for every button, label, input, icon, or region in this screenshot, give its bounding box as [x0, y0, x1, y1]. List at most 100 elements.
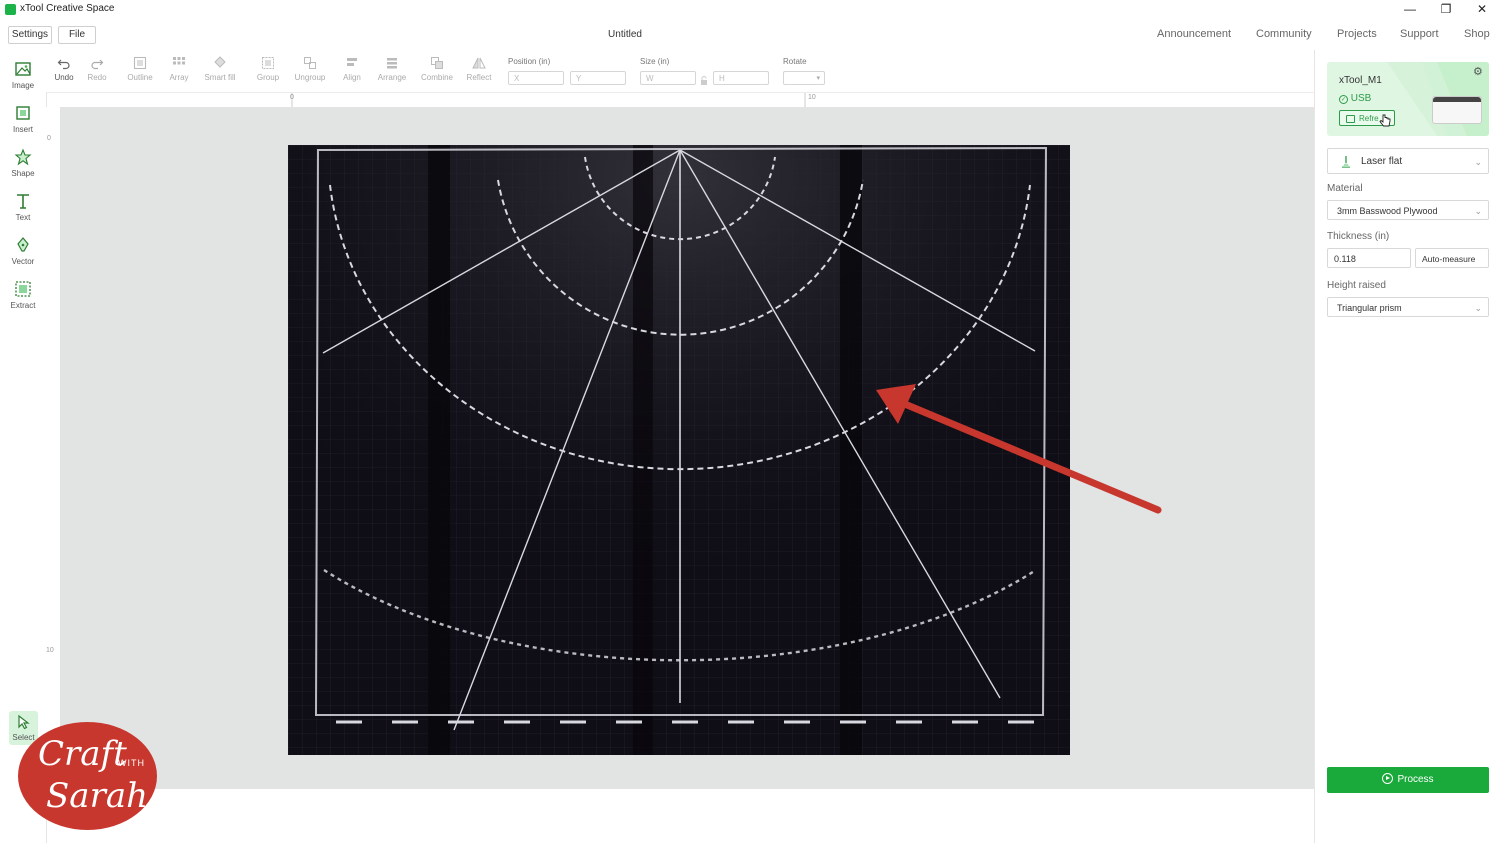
material-label: Material: [1327, 183, 1363, 194]
undo-icon: [57, 59, 70, 70]
outline-icon: [133, 56, 147, 70]
position-label: Position (in): [508, 57, 551, 66]
array-icon: [173, 57, 185, 65]
arrange-label: Arrange: [377, 73, 407, 82]
thickness-label: Thickness (in): [1327, 231, 1390, 242]
gear-icon[interactable]: ⚙: [1473, 65, 1483, 78]
combine-button[interactable]: Combine: [417, 56, 457, 82]
tool-text[interactable]: Text: [0, 192, 46, 222]
ungroup-button[interactable]: Ungroup: [290, 56, 330, 82]
smart-fill-button[interactable]: Smart fill: [200, 56, 240, 82]
nav-support[interactable]: Support: [1400, 28, 1439, 40]
process-button[interactable]: Process: [1327, 767, 1489, 793]
connected-check-icon: ✓: [1339, 95, 1348, 104]
minimize-button[interactable]: —: [1395, 1, 1425, 17]
image-icon: [15, 62, 31, 76]
redo-icon: [91, 59, 104, 70]
tool-insert[interactable]: Insert: [0, 104, 46, 134]
group-button[interactable]: Group: [248, 56, 288, 82]
material-value: 3mm Basswood Plywood: [1337, 206, 1438, 216]
device-name: xTool_M1: [1339, 75, 1382, 86]
ruler-left-tick: 10: [46, 647, 54, 654]
position-y-input[interactable]: Y: [570, 71, 626, 85]
tool-extract-label: Extract: [10, 301, 36, 310]
thickness-input[interactable]: 0.118: [1327, 248, 1411, 268]
refresh-label: Refre: [1359, 114, 1379, 123]
align-button[interactable]: Align: [332, 56, 372, 82]
file-button[interactable]: File: [58, 26, 96, 44]
connection-label: USB: [1350, 93, 1372, 104]
device-illustration: [1432, 96, 1482, 124]
material-select[interactable]: 3mm Basswood Plywood ⌄: [1327, 200, 1489, 220]
device-card: xTool_M1 ✓ USB Refre ⚙: [1327, 62, 1489, 136]
arrange-icon: [387, 58, 397, 69]
tool-select-label: Select: [12, 733, 35, 742]
size-w-input[interactable]: W: [640, 71, 696, 85]
vector-pen-icon: [17, 237, 29, 252]
craft-with-sarah-logo: Craft WITH Sarah: [18, 722, 157, 830]
ruler-left-tick: 0: [47, 135, 51, 142]
redo-button[interactable]: Redo: [77, 56, 117, 82]
ruler-top-tick: 10: [808, 94, 816, 101]
redo-label: Redo: [87, 73, 107, 82]
height-raised-label: Height raised: [1327, 280, 1386, 291]
camera-icon: [1346, 115, 1355, 123]
logo-line1: Craft: [38, 734, 127, 774]
nav-projects[interactable]: Projects: [1337, 28, 1377, 40]
select-cursor-icon: [17, 714, 30, 730]
nav-community[interactable]: Community: [1256, 28, 1312, 40]
size-label: Size (in): [640, 57, 670, 66]
outline-button[interactable]: Outline: [120, 56, 160, 82]
rotate-label: Rotate: [783, 57, 807, 66]
app-title: xTool Creative Space: [20, 3, 115, 14]
array-label: Array: [169, 73, 189, 82]
outline-label: Outline: [127, 73, 153, 82]
tool-shape-label: Shape: [11, 169, 35, 178]
combine-label: Combine: [420, 73, 453, 82]
tool-extract[interactable]: Extract: [0, 280, 46, 310]
nav-shop[interactable]: Shop: [1464, 28, 1490, 40]
tool-select[interactable]: Select: [9, 711, 38, 745]
title-bar: [0, 0, 1500, 20]
annotation-arrow: [876, 384, 1162, 514]
reflect-icon: [472, 57, 486, 69]
settings-button[interactable]: Settings: [8, 26, 52, 44]
extract-icon: [15, 281, 31, 297]
arrange-button[interactable]: Arrange: [372, 56, 412, 82]
close-button[interactable]: ✕: [1467, 1, 1497, 17]
reflect-label: Reflect: [466, 73, 492, 82]
height-raised-select[interactable]: Triangular prism ⌄: [1327, 297, 1489, 317]
nav-announcement[interactable]: Announcement: [1157, 28, 1231, 40]
chevron-down-icon: ⌄: [1474, 206, 1482, 216]
processing-mode-select[interactable]: Laser flat ⌄: [1327, 148, 1489, 174]
play-icon: [1382, 773, 1394, 784]
connection-status: ✓ USB: [1339, 93, 1371, 104]
laser-flat-icon: [1342, 156, 1350, 168]
process-label: Process: [1397, 774, 1434, 785]
position-x-input[interactable]: X: [508, 71, 564, 85]
chevron-down-icon: ⌄: [1474, 157, 1482, 167]
text-icon: [17, 194, 29, 209]
chevron-down-icon: ⌄: [1474, 303, 1482, 313]
tool-image[interactable]: Image: [0, 60, 46, 90]
combine-icon: [431, 57, 443, 69]
align-icon: [347, 58, 357, 66]
shape-icon: [14, 148, 32, 166]
size-h-input[interactable]: H: [713, 71, 769, 85]
array-button[interactable]: Array: [159, 56, 199, 82]
smart-fill-label: Smart fill: [204, 73, 236, 82]
tool-insert-label: Insert: [12, 125, 33, 134]
app-logo-icon: [5, 4, 16, 15]
reflect-button[interactable]: Reflect: [459, 56, 499, 82]
undo-label: Undo: [54, 73, 74, 82]
ungroup-icon: [304, 57, 316, 69]
tool-vector[interactable]: Vector: [0, 236, 46, 266]
ungroup-label: Ungroup: [294, 73, 326, 82]
lock-ratio-icon[interactable]: [700, 73, 708, 85]
rotate-input[interactable]: ▾: [783, 71, 825, 85]
ruler-top: 0 10: [60, 93, 1314, 108]
insert-icon: [16, 106, 30, 120]
auto-measure-button[interactable]: Auto-measure: [1415, 248, 1489, 268]
tool-shape[interactable]: Shape: [0, 148, 46, 178]
maximize-button[interactable]: ❐: [1431, 1, 1461, 17]
